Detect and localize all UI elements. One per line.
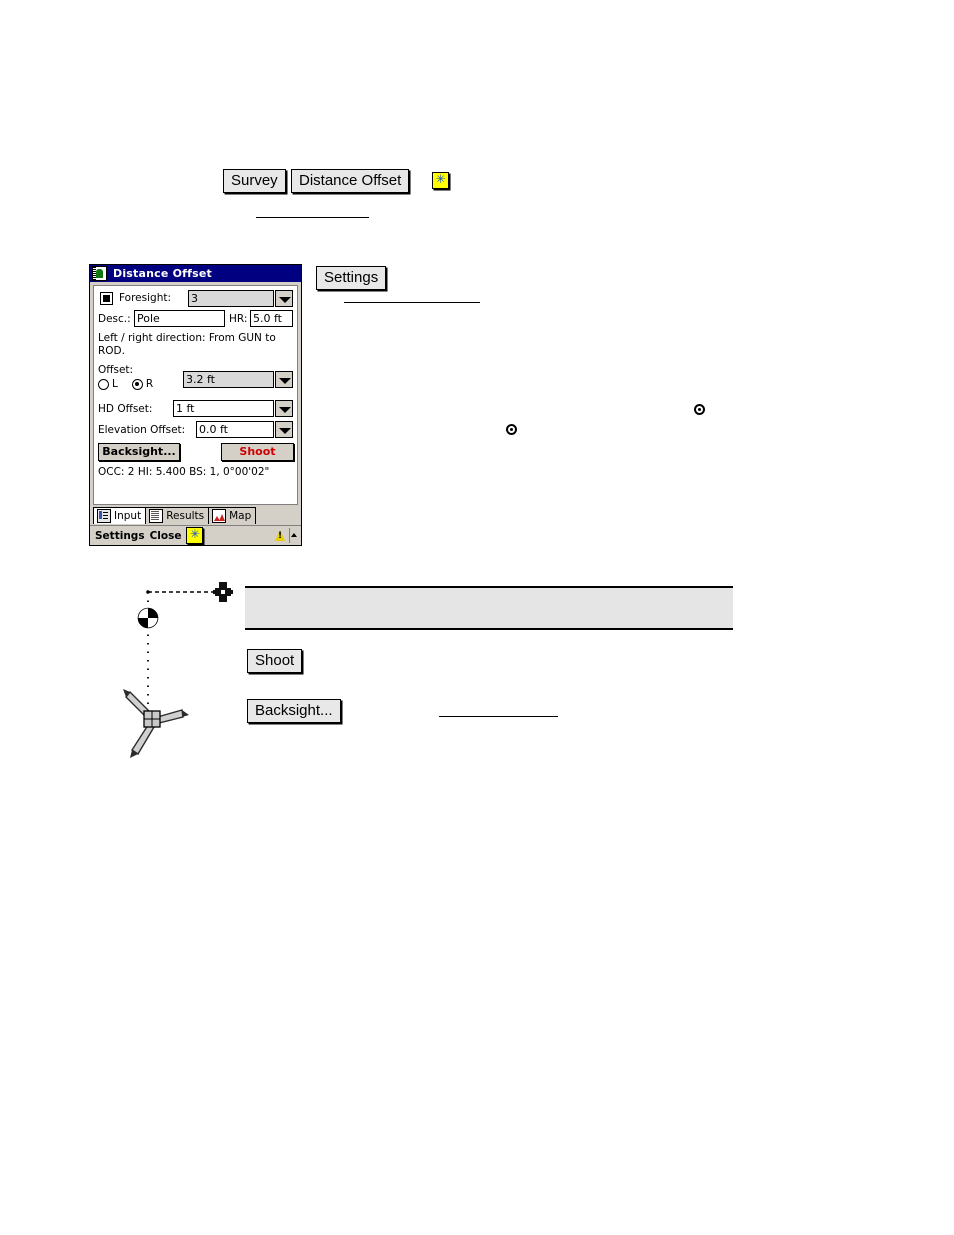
input-form-icon — [97, 509, 111, 523]
occupation-status: OCC: 2 HI: 5.400 BS: 1, 0°00'02" — [98, 466, 270, 478]
elevation-offset-input[interactable]: 0.0 ft — [196, 421, 274, 438]
radio-selected-icon-left — [506, 424, 517, 435]
survey-offset-diagram — [123, 582, 233, 758]
foresight-input[interactable]: 3 — [188, 290, 274, 307]
square-bullet-icon — [100, 291, 113, 305]
dialog-title: Distance Offset — [113, 267, 212, 280]
hd-offset-input[interactable]: 1 ft — [173, 400, 274, 417]
hr-input[interactable]: 5.0 ft — [250, 310, 293, 327]
desc-input[interactable]: Pole — [134, 310, 225, 327]
dialog-command-bar: Settings Close ✳ — [90, 525, 301, 545]
prism-point-icon — [137, 607, 159, 629]
tab-input-label: Input — [114, 510, 142, 522]
warning-triangle-icon[interactable] — [274, 529, 287, 542]
yellow-star-icon[interactable]: ✳ — [432, 172, 449, 189]
distance-offset-dialog: Distance Offset Foresight: 3 Desc.: Pole… — [89, 264, 302, 546]
offset-radio-left[interactable] — [98, 378, 109, 390]
offset-label: Offset: — [98, 364, 134, 376]
dialog-body: Foresight: 3 Desc.: Pole HR: 5.0 ft Left… — [93, 285, 298, 505]
map-icon — [212, 509, 227, 523]
distance-offset-button[interactable]: Distance Offset — [291, 169, 410, 193]
underline-divider-settings — [344, 302, 480, 303]
desc-label: Desc.: — [98, 313, 131, 325]
direction-note: Left / right direction: From GUN to ROD. — [98, 332, 276, 357]
crosshair-target-icon — [213, 582, 233, 602]
settings-button[interactable]: Settings — [316, 266, 387, 290]
offset-radio-left-label: L — [112, 378, 118, 390]
radio-selected-icon-right — [694, 404, 705, 415]
backsight-button[interactable]: Backsight... — [98, 443, 180, 461]
elevation-offset-dropdown-button[interactable] — [275, 421, 293, 438]
backsight-reference-button[interactable]: Backsight... — [247, 699, 341, 723]
command-settings[interactable]: Settings — [95, 530, 145, 542]
highlight-callout-box — [245, 586, 733, 630]
tab-map-label: Map — [229, 510, 252, 522]
dialog-titlebar: Distance Offset — [90, 265, 301, 282]
command-close[interactable]: Close — [150, 530, 182, 542]
foresight-dropdown-button[interactable] — [275, 290, 293, 307]
tab-results[interactable]: Results — [145, 507, 210, 524]
survey-button[interactable]: Survey — [223, 169, 286, 193]
app-icon — [92, 266, 107, 281]
tab-input[interactable]: Input — [93, 507, 147, 524]
offset-radio-group: L R — [98, 378, 153, 390]
shoot-reference-button[interactable]: Shoot — [247, 649, 303, 673]
elevation-offset-label: Elevation Offset: — [98, 424, 186, 436]
offset-radio-right[interactable] — [131, 378, 143, 390]
tripod-instrument-icon — [123, 689, 189, 758]
hd-offset-dropdown-button[interactable] — [275, 400, 293, 417]
results-list-icon — [149, 509, 164, 523]
offset-radio-right-label: R — [145, 378, 154, 390]
foresight-label: Foresight: — [119, 292, 171, 304]
tab-results-label: Results — [166, 510, 205, 522]
dialog-tabs: Input Results Map — [93, 505, 298, 524]
hd-offset-label: HD Offset: — [98, 403, 153, 415]
shoot-button[interactable]: Shoot — [221, 443, 294, 461]
chevron-up-icon[interactable] — [289, 528, 299, 543]
offset-input[interactable]: 3.2 ft — [183, 371, 274, 388]
underline-divider-bottom — [439, 716, 558, 717]
tab-map[interactable]: Map — [208, 507, 257, 524]
hr-label: HR: — [229, 313, 248, 325]
command-star-icon[interactable]: ✳ — [186, 527, 204, 544]
underline-divider-top — [256, 217, 369, 218]
offset-dropdown-button[interactable] — [275, 371, 293, 388]
